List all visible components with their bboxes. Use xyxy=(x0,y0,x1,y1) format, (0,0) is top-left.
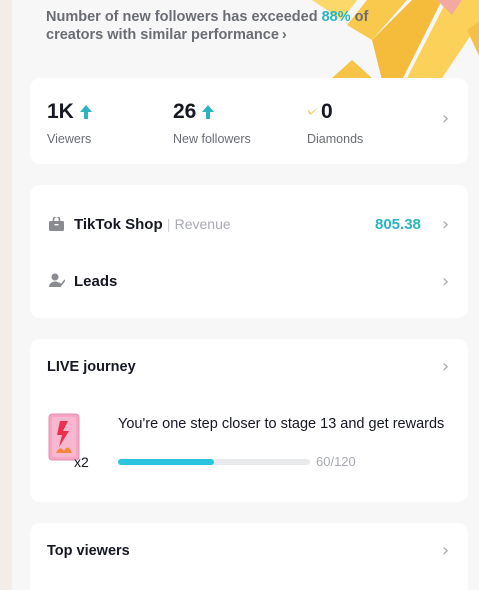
shop-revenue-label: Revenue xyxy=(174,216,231,232)
journey-progress-bar xyxy=(118,459,310,465)
leads-person-icon xyxy=(49,273,65,287)
live-journey-card[interactable]: LIVE journey › x2 You're one step closer… xyxy=(30,339,468,502)
top-viewers-card[interactable]: Top viewers › xyxy=(30,523,468,590)
banner-text-start: Number of new followers has exceeded xyxy=(46,9,322,25)
stat-diamonds: 0 Diamonds xyxy=(307,100,363,146)
stat-viewers: 1K Viewers xyxy=(47,100,92,146)
leads-title: Leads xyxy=(74,273,118,290)
shop-revenue-value: 805.38 xyxy=(375,216,421,233)
live-journey-title: LIVE journey xyxy=(47,359,136,375)
journey-message: You're one step closer to stage 13 and g… xyxy=(118,416,445,432)
chevron-right-icon[interactable]: › xyxy=(442,542,449,560)
new-followers-label: New followers xyxy=(173,132,251,146)
banner-message: Number of new followers has exceeded 88%… xyxy=(46,8,426,44)
tiktok-shop-title: TikTok Shop xyxy=(74,216,163,233)
banner-chevron-icon: › xyxy=(281,27,287,43)
diamond-icon xyxy=(307,107,319,115)
tiktok-shop-row[interactable]: TikTok Shop | Revenue 805.38 › xyxy=(30,185,468,251)
diamonds-value: 0 xyxy=(321,100,333,123)
viewers-value: 1K xyxy=(47,100,74,123)
banner-percent: 88% xyxy=(321,9,351,25)
diamonds-label: Diamonds xyxy=(307,132,364,146)
viewers-label: Viewers xyxy=(47,132,92,146)
journey-progress-fill xyxy=(118,459,214,465)
chevron-right-icon[interactable]: › xyxy=(442,110,449,128)
leads-row[interactable]: Leads › xyxy=(30,251,468,318)
reward-multiplier: x2 xyxy=(74,454,89,470)
new-followers-value: 26 xyxy=(173,100,197,123)
screen: Number of new followers has exceeded 88%… xyxy=(12,0,479,590)
shopping-bag-icon xyxy=(49,217,64,231)
performance-banner[interactable]: Number of new followers has exceeded 88%… xyxy=(12,0,479,78)
stats-card[interactable]: 1K Viewers 26 New followers 0 Diamonds › xyxy=(30,78,468,164)
arrow-up-icon xyxy=(79,105,92,119)
monetization-card: TikTok Shop | Revenue 805.38 › Leads › xyxy=(30,185,468,318)
chevron-right-icon[interactable]: › xyxy=(442,358,449,376)
journey-progress-text: 60/120 xyxy=(316,454,356,469)
arrow-up-icon xyxy=(202,105,215,119)
chevron-right-icon: › xyxy=(442,214,450,235)
stat-new-followers: 26 New followers xyxy=(173,100,251,146)
chevron-right-icon: › xyxy=(442,271,450,292)
top-viewers-title: Top viewers xyxy=(47,543,130,559)
shop-separator: | xyxy=(166,216,171,232)
